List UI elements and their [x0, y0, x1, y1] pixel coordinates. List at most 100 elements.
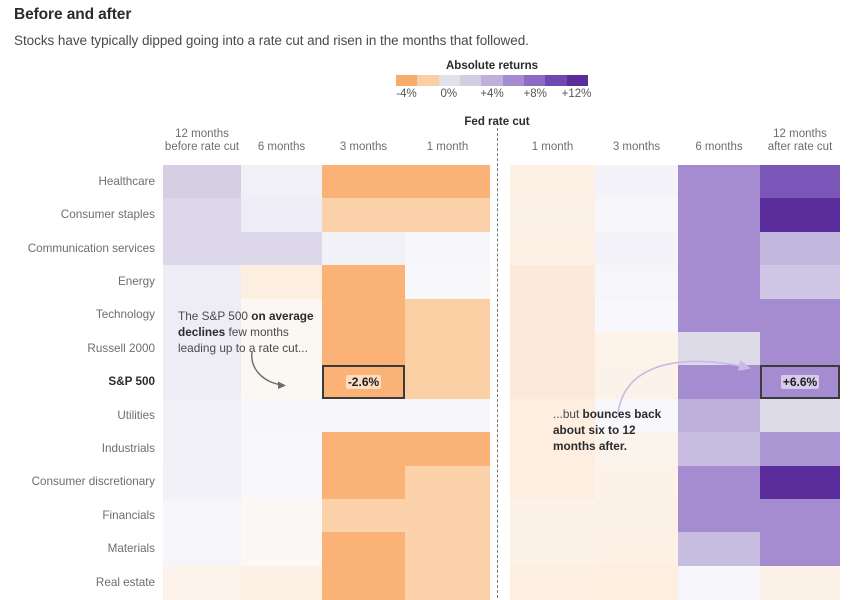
heatmap-cell[interactable]	[405, 398, 490, 433]
heatmap-cell[interactable]	[322, 565, 405, 600]
heatmap-cell[interactable]	[760, 298, 840, 333]
heatmap-cell[interactable]	[760, 532, 840, 567]
heatmap-cell[interactable]	[595, 499, 678, 533]
row-label-consumer-staples: Consumer staples	[60, 208, 155, 222]
heatmap-cell[interactable]	[595, 532, 678, 567]
heatmap-cell[interactable]	[595, 231, 678, 266]
heatmap-cell[interactable]	[241, 565, 322, 600]
heatmap-cell[interactable]	[322, 499, 405, 533]
legend-tick-1: 0%	[440, 88, 458, 100]
heatmap-cell[interactable]	[405, 231, 490, 266]
heatmap-cell[interactable]	[163, 398, 241, 433]
heatmap-cell[interactable]	[405, 432, 490, 467]
heatmap-cell[interactable]	[163, 231, 241, 266]
legend-swatch-6	[523, 75, 546, 86]
heatmap-cell[interactable]	[322, 165, 405, 199]
heatmap-cell[interactable]	[678, 432, 760, 467]
heatmap-cell[interactable]	[678, 298, 760, 333]
heatmap-cell[interactable]	[163, 465, 241, 500]
heatmap-cell[interactable]	[322, 465, 405, 500]
heatmap-cell[interactable]	[241, 231, 322, 266]
heatmap-cell[interactable]	[510, 231, 595, 266]
heatmap-cell[interactable]	[510, 198, 595, 233]
highlight-box-after[interactable]: +6.6%	[760, 365, 840, 400]
heatmap-cell[interactable]	[678, 465, 760, 500]
heatmap-cell[interactable]	[163, 565, 241, 600]
heatmap-cell[interactable]	[322, 532, 405, 567]
heatmap-cell[interactable]	[510, 265, 595, 300]
heatmap-cell[interactable]	[405, 298, 490, 333]
heatmap-cell[interactable]	[760, 499, 840, 533]
heatmap-cell[interactable]	[760, 265, 840, 300]
heatmap-cell[interactable]	[760, 231, 840, 266]
heatmap-cell[interactable]	[405, 499, 490, 533]
row-label-materials: Materials	[107, 542, 155, 556]
heatmap-cell[interactable]	[405, 165, 490, 199]
legend-tick-4: +12%	[561, 88, 592, 100]
heatmap-cell[interactable]	[405, 265, 490, 300]
heatmap-cell[interactable]	[405, 532, 490, 567]
heatmap-cell[interactable]	[241, 432, 322, 467]
heatmap-cell[interactable]	[678, 265, 760, 300]
heatmap-cell[interactable]	[322, 198, 405, 233]
heatmap-cell[interactable]	[405, 565, 490, 600]
heatmap-cell[interactable]	[241, 532, 322, 567]
heatmap-cell[interactable]	[510, 165, 595, 199]
heatmap-cell[interactable]	[322, 398, 405, 433]
heatmap-cell[interactable]	[678, 565, 760, 600]
heatmap-cell[interactable]	[405, 465, 490, 500]
heatmap-cell[interactable]	[760, 565, 840, 600]
heatmap-cell[interactable]	[760, 165, 840, 199]
heatmap-cell[interactable]	[510, 298, 595, 333]
heatmap-cell[interactable]	[678, 532, 760, 567]
heatmap-cell[interactable]	[595, 198, 678, 233]
heatmap-cell[interactable]	[678, 198, 760, 233]
heatmap-cell[interactable]	[322, 265, 405, 300]
heatmap-cell[interactable]	[241, 398, 322, 433]
heatmap-cell[interactable]	[241, 165, 322, 199]
row-label-utilities: Utilities	[117, 408, 155, 422]
heatmap-cell[interactable]	[678, 499, 760, 533]
heatmap-cell[interactable]	[163, 532, 241, 567]
heatmap-cell[interactable]	[241, 198, 322, 233]
column-header-4: 1 month	[532, 141, 574, 154]
heatmap-cell[interactable]	[678, 165, 760, 199]
heatmap-cell[interactable]	[241, 465, 322, 500]
heatmap-cell[interactable]	[760, 465, 840, 500]
heatmap-cell[interactable]	[510, 465, 595, 500]
heatmap-cell[interactable]	[405, 365, 490, 400]
heatmap-cell[interactable]	[241, 499, 322, 533]
heatmap-cell[interactable]	[510, 565, 595, 600]
heatmap-cell[interactable]	[595, 265, 678, 300]
row-label-consumer-discretionary: Consumer discretionary	[31, 475, 155, 489]
heatmap-cell[interactable]	[678, 231, 760, 266]
row-label-technology: Technology	[95, 308, 155, 322]
heatmap-cell[interactable]	[760, 432, 840, 467]
heatmap-cell[interactable]	[322, 432, 405, 467]
heatmap-cell[interactable]	[163, 499, 241, 533]
heatmap-cell[interactable]	[760, 198, 840, 233]
column-header-line1: 6 months	[257, 141, 306, 153]
heatmap-cell[interactable]	[510, 332, 595, 366]
heatmap-cell[interactable]	[595, 465, 678, 500]
heatmap-cell[interactable]	[595, 298, 678, 333]
heatmap-cell[interactable]	[510, 365, 595, 400]
heatmap-cell[interactable]	[163, 432, 241, 467]
column-header-line2: before rate cut	[164, 141, 240, 153]
heatmap-cell[interactable]	[595, 565, 678, 600]
heatmap-cell[interactable]	[760, 398, 840, 433]
heatmap-cell[interactable]	[241, 265, 322, 300]
heatmap-cell[interactable]	[322, 231, 405, 266]
heatmap-cell[interactable]	[510, 532, 595, 567]
heatmap-cell[interactable]	[163, 265, 241, 300]
heatmap-cell[interactable]	[322, 298, 405, 333]
heatmap-cell[interactable]	[595, 165, 678, 199]
heatmap-cell[interactable]	[405, 198, 490, 233]
heatmap-cell[interactable]	[163, 165, 241, 199]
heatmap-cell[interactable]	[405, 332, 490, 366]
heatmap-cell[interactable]	[163, 198, 241, 233]
heatmap-cell[interactable]	[510, 499, 595, 533]
column-header-line1: 6 months	[695, 141, 743, 153]
heatmap-cell[interactable]	[163, 365, 241, 400]
heatmap-cell[interactable]	[760, 332, 840, 366]
